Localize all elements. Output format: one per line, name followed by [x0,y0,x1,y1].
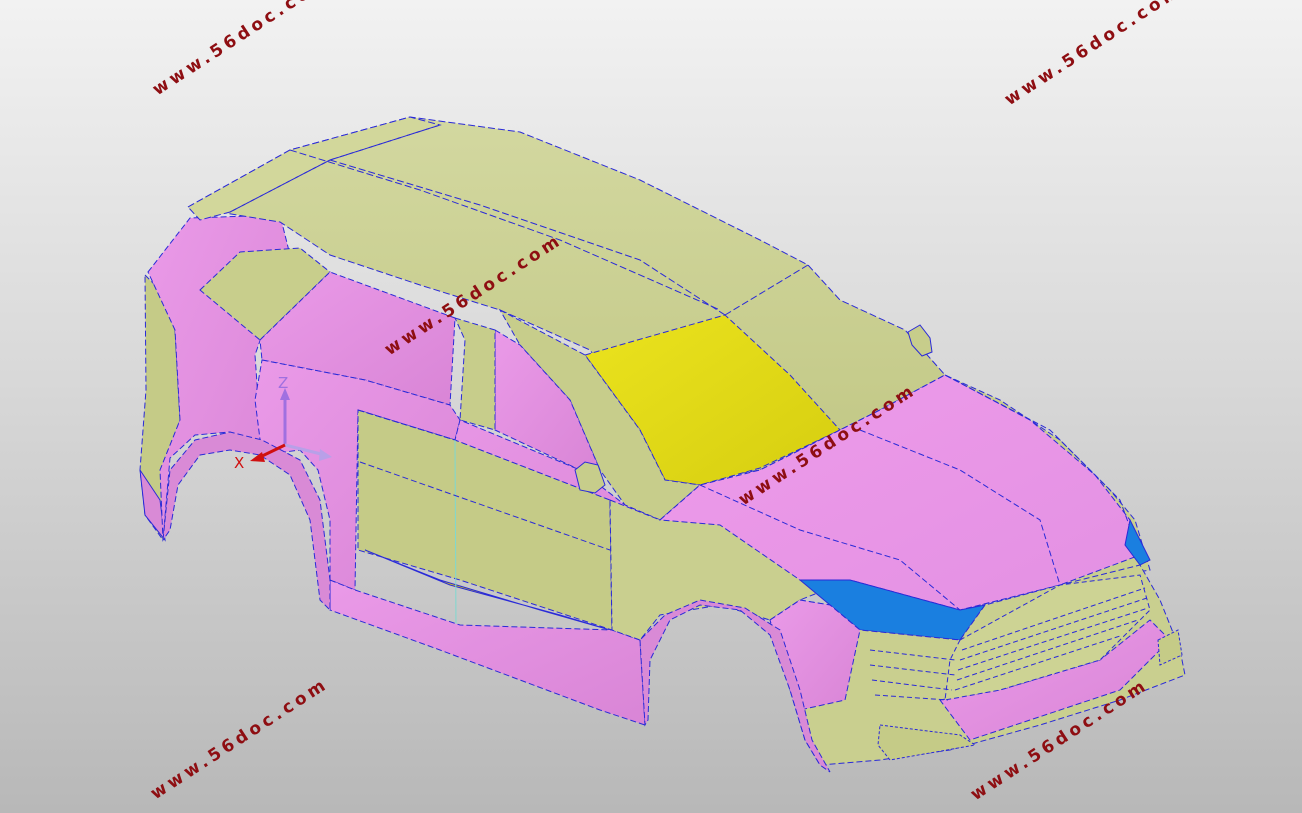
cad-3d-viewport[interactable]: X Z www.56doc.com www.56doc.com www.56do… [0,0,1302,813]
z-axis-label: Z [278,374,288,392]
b-pillar [454,317,496,431]
x-axis-label: X [234,454,244,472]
car-body-model[interactable]: X Z [0,0,1302,813]
rear-wheel-arch [162,431,331,612]
